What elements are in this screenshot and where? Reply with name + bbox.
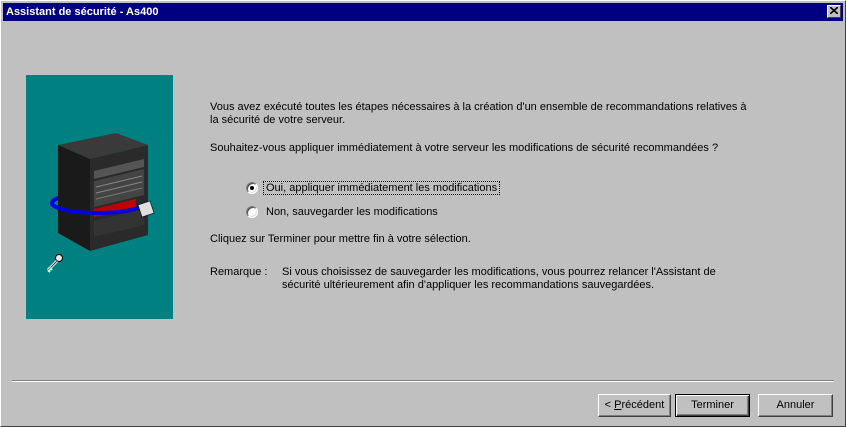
- previous-mnemonic: P: [614, 399, 622, 411]
- finish-button[interactable]: Terminer: [675, 394, 750, 417]
- radio-button-checked[interactable]: [246, 182, 258, 194]
- server-illustration: [50, 133, 155, 251]
- close-button[interactable]: [827, 5, 841, 18]
- radio-save-label[interactable]: Non, sauvegarder les modifications: [264, 206, 440, 218]
- window-title: Assistant de sécurité - As400: [6, 6, 159, 18]
- finish-hint: Cliquez sur Terminer pour mettre fin à v…: [210, 233, 471, 245]
- radio-apply-now-label[interactable]: Oui, appliquer immédiatement les modific…: [262, 181, 501, 195]
- previous-button[interactable]: < Précédent: [598, 394, 671, 417]
- cancel-button[interactable]: Annuler: [758, 394, 833, 417]
- radio-apply-now[interactable]: Oui, appliquer immédiatement les modific…: [246, 180, 501, 196]
- separator: [12, 380, 834, 382]
- remark-label: Remarque :: [210, 266, 268, 278]
- close-icon: [830, 7, 838, 14]
- remark-text: Si vous choisissez de sauvegarder les mo…: [282, 266, 716, 291]
- intro-text: Vous avez exécuté toutes les étapes néce…: [210, 101, 747, 126]
- previous-prefix: <: [604, 399, 615, 411]
- question-text: Souhaitez-vous appliquer immédiatement à…: [210, 142, 719, 154]
- previous-label: récédent: [621, 399, 665, 411]
- title-bar[interactable]: Assistant de sécurité - As400: [3, 3, 843, 21]
- wizard-illustration: [26, 75, 173, 319]
- radio-button-unchecked[interactable]: [246, 206, 258, 218]
- radio-save[interactable]: Non, sauvegarder les modifications: [246, 204, 440, 220]
- key-icon: [46, 254, 63, 273]
- wizard-window: Assistant de sécurité - As400 Vous avez …: [0, 0, 846, 427]
